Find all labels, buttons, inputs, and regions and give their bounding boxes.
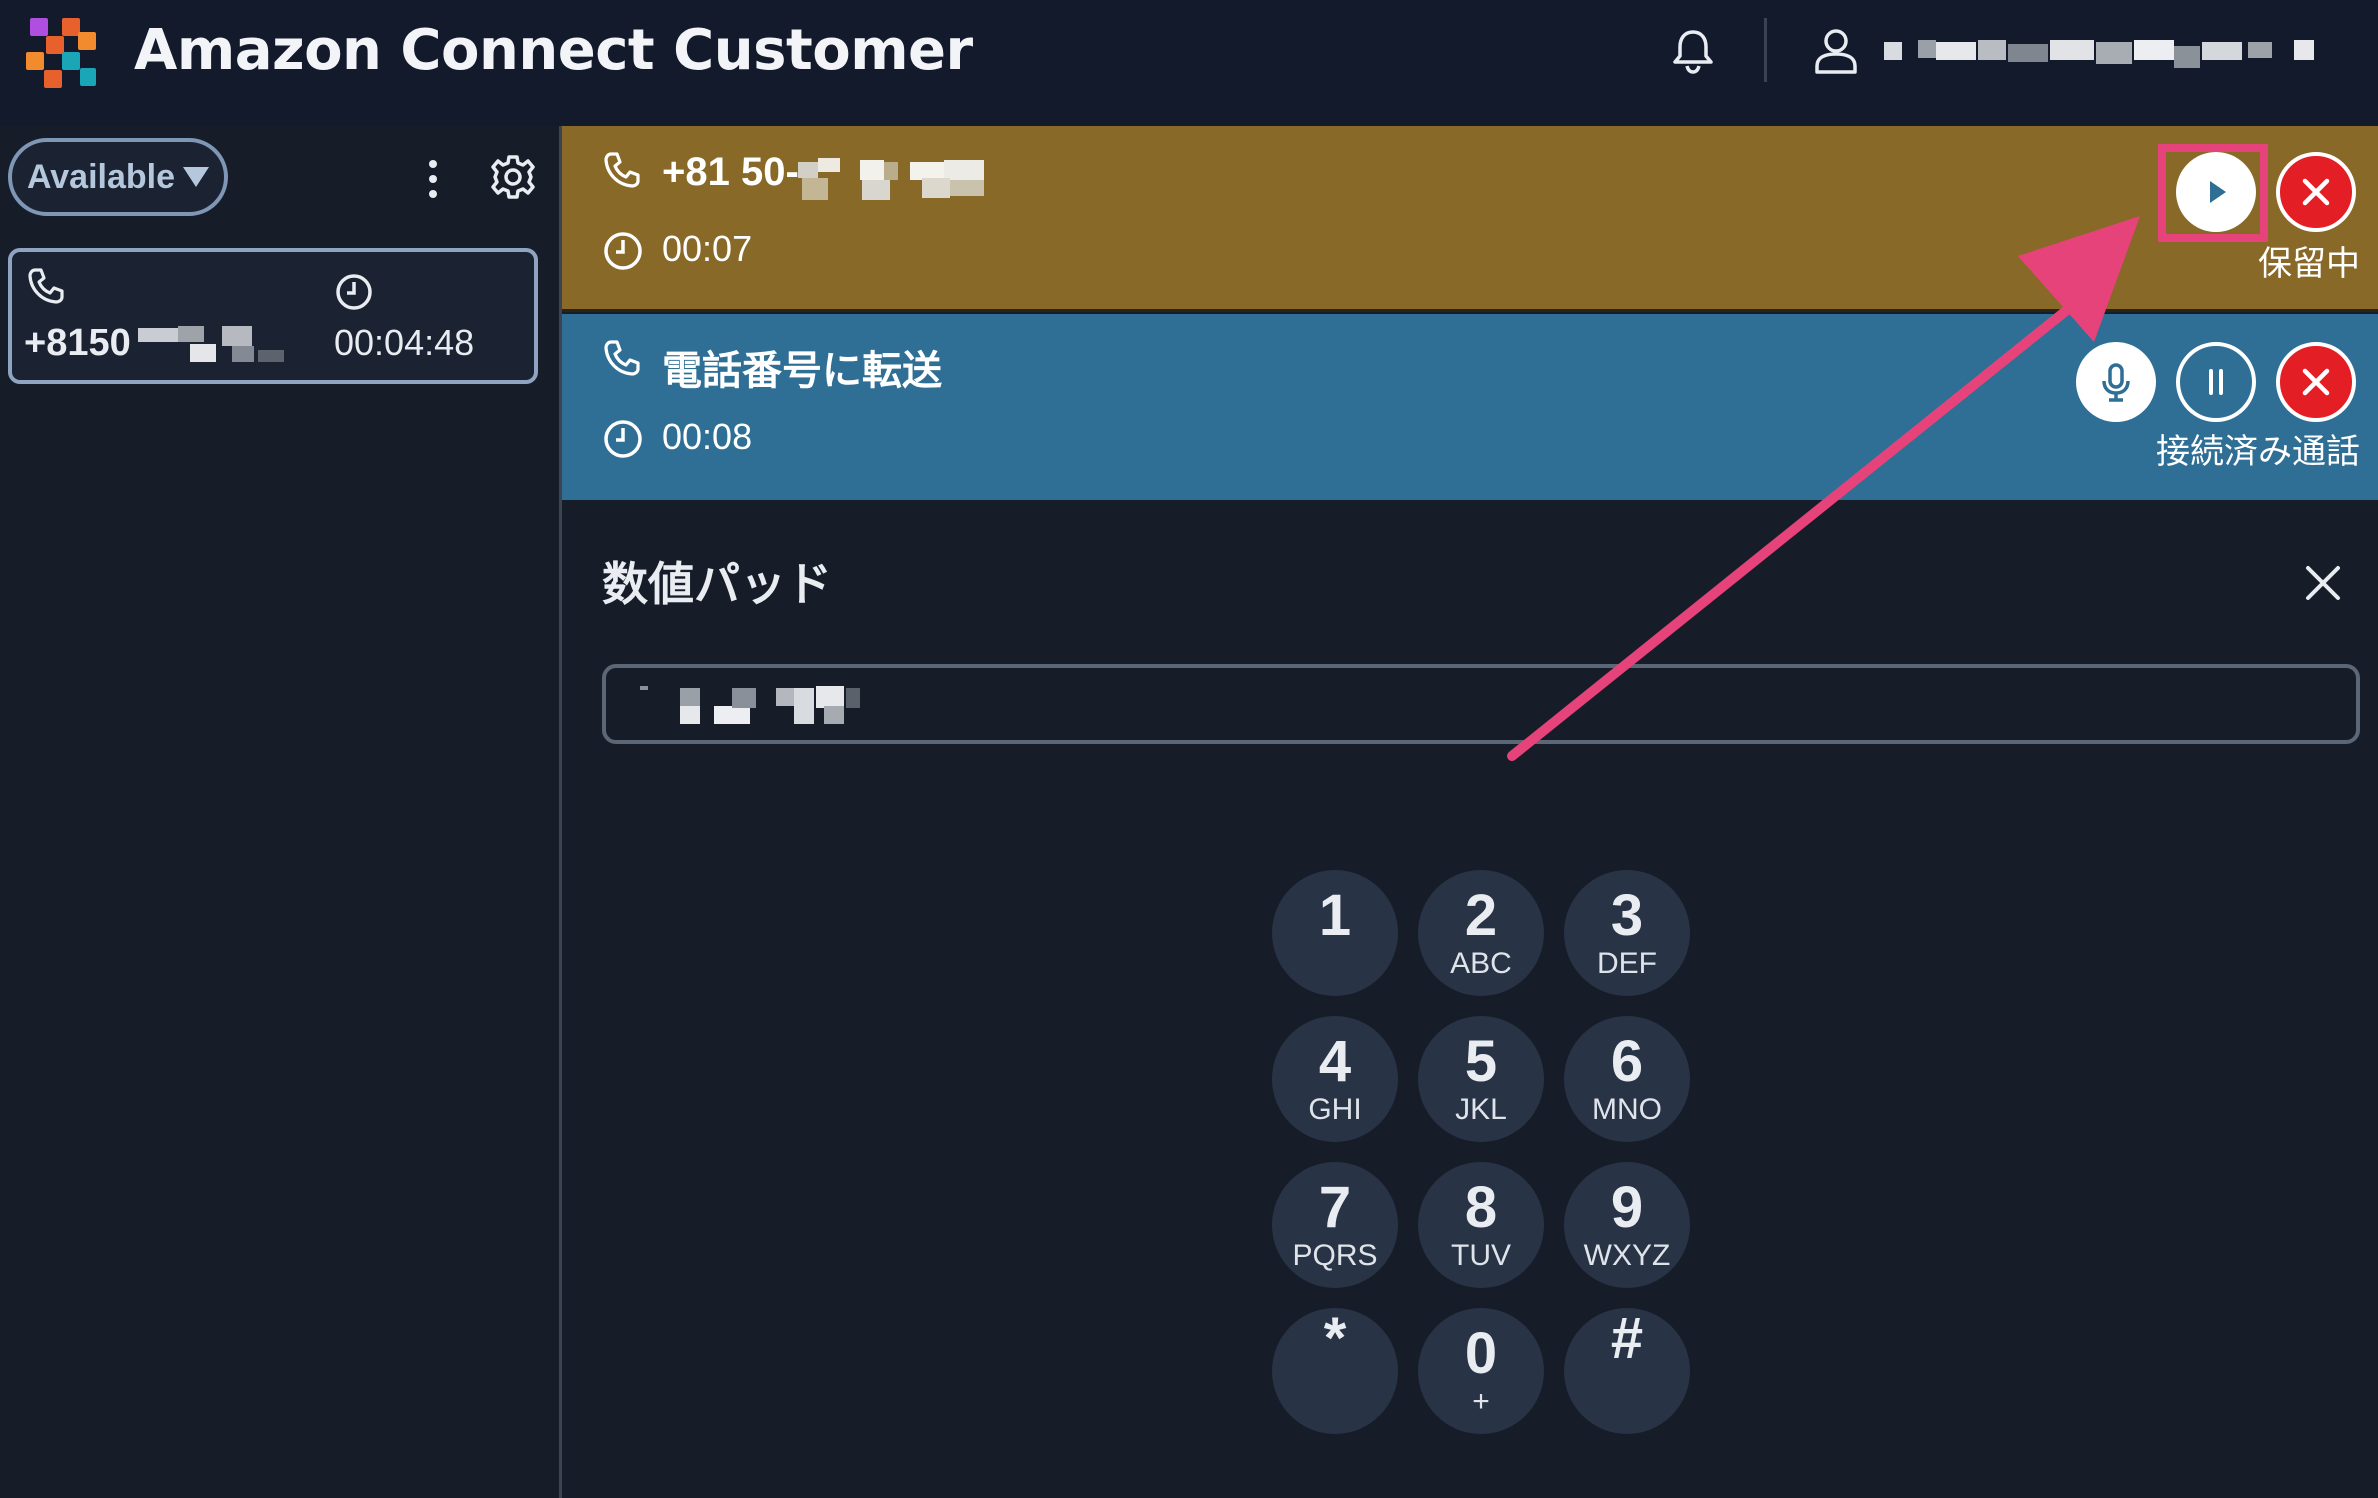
user-name-mask bbox=[1884, 40, 2314, 68]
numpad-key-letters: GHI bbox=[1308, 1093, 1362, 1126]
numpad-key-digit: 3 bbox=[1610, 883, 1644, 948]
call-state-label: 接続済み通話 bbox=[2156, 432, 2360, 472]
call-bar-on-hold: +81 50- 00:07 保留中 bbox=[562, 126, 2378, 312]
agent-status-dropdown[interactable]: Available bbox=[8, 138, 228, 216]
call-duration: 00:08 bbox=[662, 416, 753, 457]
numpad-key[interactable]: 5 JKL bbox=[1418, 1016, 1544, 1142]
phone-icon bbox=[604, 340, 640, 376]
gear-icon[interactable] bbox=[488, 152, 538, 202]
call-state-label: 保留中 bbox=[2258, 244, 2360, 284]
pause-icon bbox=[2209, 369, 2223, 395]
numpad-key-digit: 0 bbox=[1464, 1321, 1498, 1386]
close-icon bbox=[2302, 178, 2330, 206]
numpad-key[interactable]: 7 PQRS bbox=[1272, 1162, 1398, 1288]
phone-icon bbox=[28, 268, 64, 304]
numpad-key[interactable]: 9 WXYZ bbox=[1564, 1162, 1690, 1288]
numpad-key-letters: TUV bbox=[1451, 1239, 1511, 1272]
numpad-key[interactable]: 3 DEF bbox=[1564, 870, 1690, 996]
numpad-key-letters: MNO bbox=[1592, 1093, 1662, 1126]
numpad-key-digit: 6 bbox=[1610, 1029, 1644, 1094]
numpad-key-digit: 7 bbox=[1318, 1175, 1352, 1240]
header-divider bbox=[1764, 18, 1767, 82]
active-contact-card[interactable]: +8150 00:04:48 bbox=[8, 248, 538, 384]
numpad-key-digit: # bbox=[1610, 1306, 1644, 1371]
close-icon bbox=[2302, 368, 2330, 396]
numpad-input[interactable] bbox=[602, 664, 2360, 744]
microphone-icon bbox=[2102, 363, 2130, 402]
numpad-key[interactable]: 1 bbox=[1272, 870, 1398, 996]
close-icon[interactable] bbox=[2300, 560, 2346, 606]
numpad-key-digit: 9 bbox=[1610, 1175, 1644, 1240]
numpad-key-digit: 2 bbox=[1464, 883, 1498, 948]
contact-number-mask bbox=[138, 326, 284, 362]
agent-status-label: Available bbox=[26, 157, 176, 196]
numpad-key-digit: 4 bbox=[1318, 1029, 1352, 1094]
contacts-panel: Available +8150 00:04:48 bbox=[0, 126, 560, 1498]
top-bar: Amazon Connect Customer bbox=[0, 0, 2378, 126]
numpad-key[interactable]: # bbox=[1564, 1308, 1690, 1434]
dropdown-triangle-icon bbox=[183, 167, 210, 187]
numpad-key[interactable]: 0 + bbox=[1418, 1308, 1544, 1434]
clock-icon bbox=[604, 420, 642, 458]
more-vertical-icon[interactable] bbox=[418, 156, 448, 202]
numpad-key-letters: DEF bbox=[1597, 947, 1657, 980]
clock-icon bbox=[604, 232, 642, 270]
clock-icon bbox=[336, 274, 372, 310]
numpad-input-mask bbox=[640, 686, 860, 724]
numpad-key-digit: 8 bbox=[1464, 1175, 1498, 1240]
annotation-highlight-box bbox=[2158, 144, 2268, 242]
mute-button[interactable] bbox=[2076, 342, 2156, 422]
call-bar-connected: 電話番号に転送 00:08 接続済み通話 bbox=[562, 314, 2378, 500]
numpad-key-digit: 5 bbox=[1464, 1029, 1498, 1094]
phone-number-mask bbox=[798, 158, 984, 200]
end-call-button[interactable] bbox=[2276, 342, 2356, 422]
call-duration: 00:07 bbox=[662, 228, 753, 269]
contact-duration: 00:04:48 bbox=[334, 322, 475, 363]
numpad-key-digit: * bbox=[1323, 1306, 1347, 1371]
numpad-title: 数値パッド bbox=[602, 557, 832, 611]
user-icon[interactable] bbox=[1812, 26, 1860, 76]
end-call-button[interactable] bbox=[2276, 152, 2356, 232]
app-title: Amazon Connect Customer bbox=[134, 18, 973, 83]
numpad-key-digit: 1 bbox=[1318, 883, 1352, 948]
numpad-key[interactable]: 4 GHI bbox=[1272, 1016, 1398, 1142]
notification-bell-icon[interactable] bbox=[1668, 26, 1718, 76]
numpad-key[interactable]: 2 ABC bbox=[1418, 870, 1544, 996]
numpad-key-letters: WXYZ bbox=[1583, 1239, 1671, 1272]
numpad-key-letters: JKL bbox=[1455, 1093, 1507, 1126]
call-title: 電話番号に転送 bbox=[662, 349, 942, 393]
numpad-key[interactable]: * bbox=[1272, 1308, 1398, 1434]
numpad-key[interactable]: 8 TUV bbox=[1418, 1162, 1544, 1288]
contact-phone-number: +8150 bbox=[24, 322, 131, 364]
phone-icon bbox=[604, 152, 640, 188]
call-title: +81 50- bbox=[662, 150, 799, 194]
numpad-key-letters: ABC bbox=[1450, 947, 1512, 980]
numpad-key[interactable]: 6 MNO bbox=[1564, 1016, 1690, 1142]
numpad-key-letters: PQRS bbox=[1292, 1239, 1378, 1272]
amazon-connect-logo-icon bbox=[26, 18, 96, 88]
numpad-key-letters: + bbox=[1472, 1385, 1490, 1418]
hold-call-button[interactable] bbox=[2176, 342, 2256, 422]
